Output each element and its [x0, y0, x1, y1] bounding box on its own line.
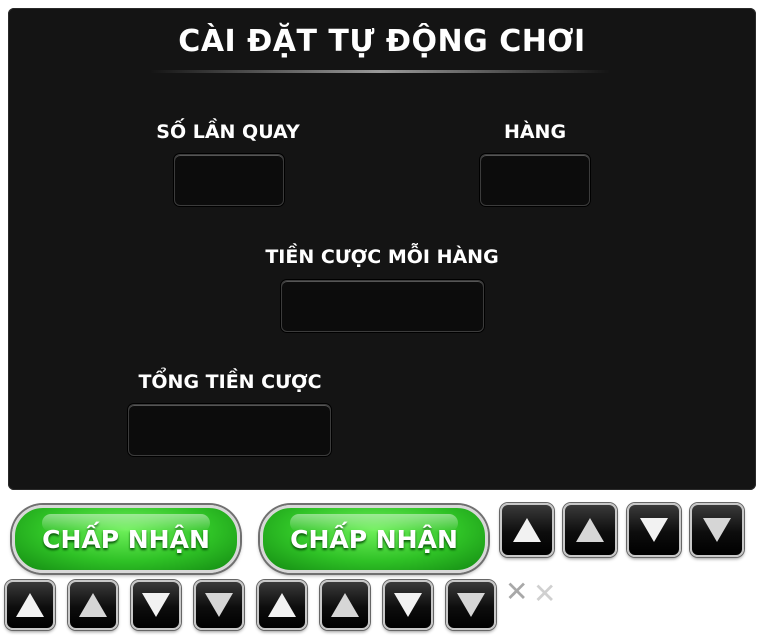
- arrow-up-icon: [331, 593, 359, 617]
- arrow-down-icon: [205, 593, 233, 617]
- bet-per-line-label: TIỀN CƯỢC MỖI HÀNG: [265, 246, 499, 268]
- accept-button-pressed[interactable]: CHẤP NHẬN: [260, 505, 488, 573]
- accept-button[interactable]: CHẤP NHẬN: [12, 505, 240, 573]
- bet-per-line-field[interactable]: [281, 280, 484, 332]
- arrow-down-icon: [457, 593, 485, 617]
- title-divider: [150, 70, 610, 73]
- arrow-down-button-hover[interactable]: [194, 580, 244, 630]
- spins-field[interactable]: [174, 154, 284, 206]
- close-icon[interactable]: ✕: [505, 578, 528, 606]
- arrow-up-button-hover[interactable]: [563, 503, 617, 557]
- spins-label: SỐ LẦN QUAY: [156, 121, 300, 143]
- close-icon-hover[interactable]: ✕: [533, 580, 556, 608]
- arrow-up-icon: [268, 593, 296, 617]
- total-bet-label: TỔNG TIỀN CƯỢC: [138, 371, 322, 393]
- arrow-up-button-hover[interactable]: [68, 580, 118, 630]
- arrow-down-button[interactable]: [383, 580, 433, 630]
- total-bet-field[interactable]: [128, 404, 331, 456]
- arrow-down-icon: [640, 518, 668, 542]
- arrow-up-icon: [576, 518, 604, 542]
- arrow-down-button-hover[interactable]: [446, 580, 496, 630]
- arrow-up-button-hover[interactable]: [320, 580, 370, 630]
- arrow-up-icon: [513, 518, 541, 542]
- arrow-up-button[interactable]: [5, 580, 55, 630]
- dialog-title: CÀI ĐẶT TỰ ĐỘNG CHƠI: [178, 24, 586, 59]
- arrow-up-button[interactable]: [257, 580, 307, 630]
- lines-field[interactable]: [480, 154, 590, 206]
- arrow-down-button-hover[interactable]: [690, 503, 744, 557]
- lines-label: HÀNG: [503, 121, 567, 143]
- arrow-down-button[interactable]: [131, 580, 181, 630]
- arrow-down-button[interactable]: [627, 503, 681, 557]
- arrow-up-icon: [16, 593, 44, 617]
- arrow-down-icon: [142, 593, 170, 617]
- arrow-up-button[interactable]: [500, 503, 554, 557]
- arrow-down-icon: [394, 593, 422, 617]
- arrow-down-icon: [703, 518, 731, 542]
- arrow-up-icon: [79, 593, 107, 617]
